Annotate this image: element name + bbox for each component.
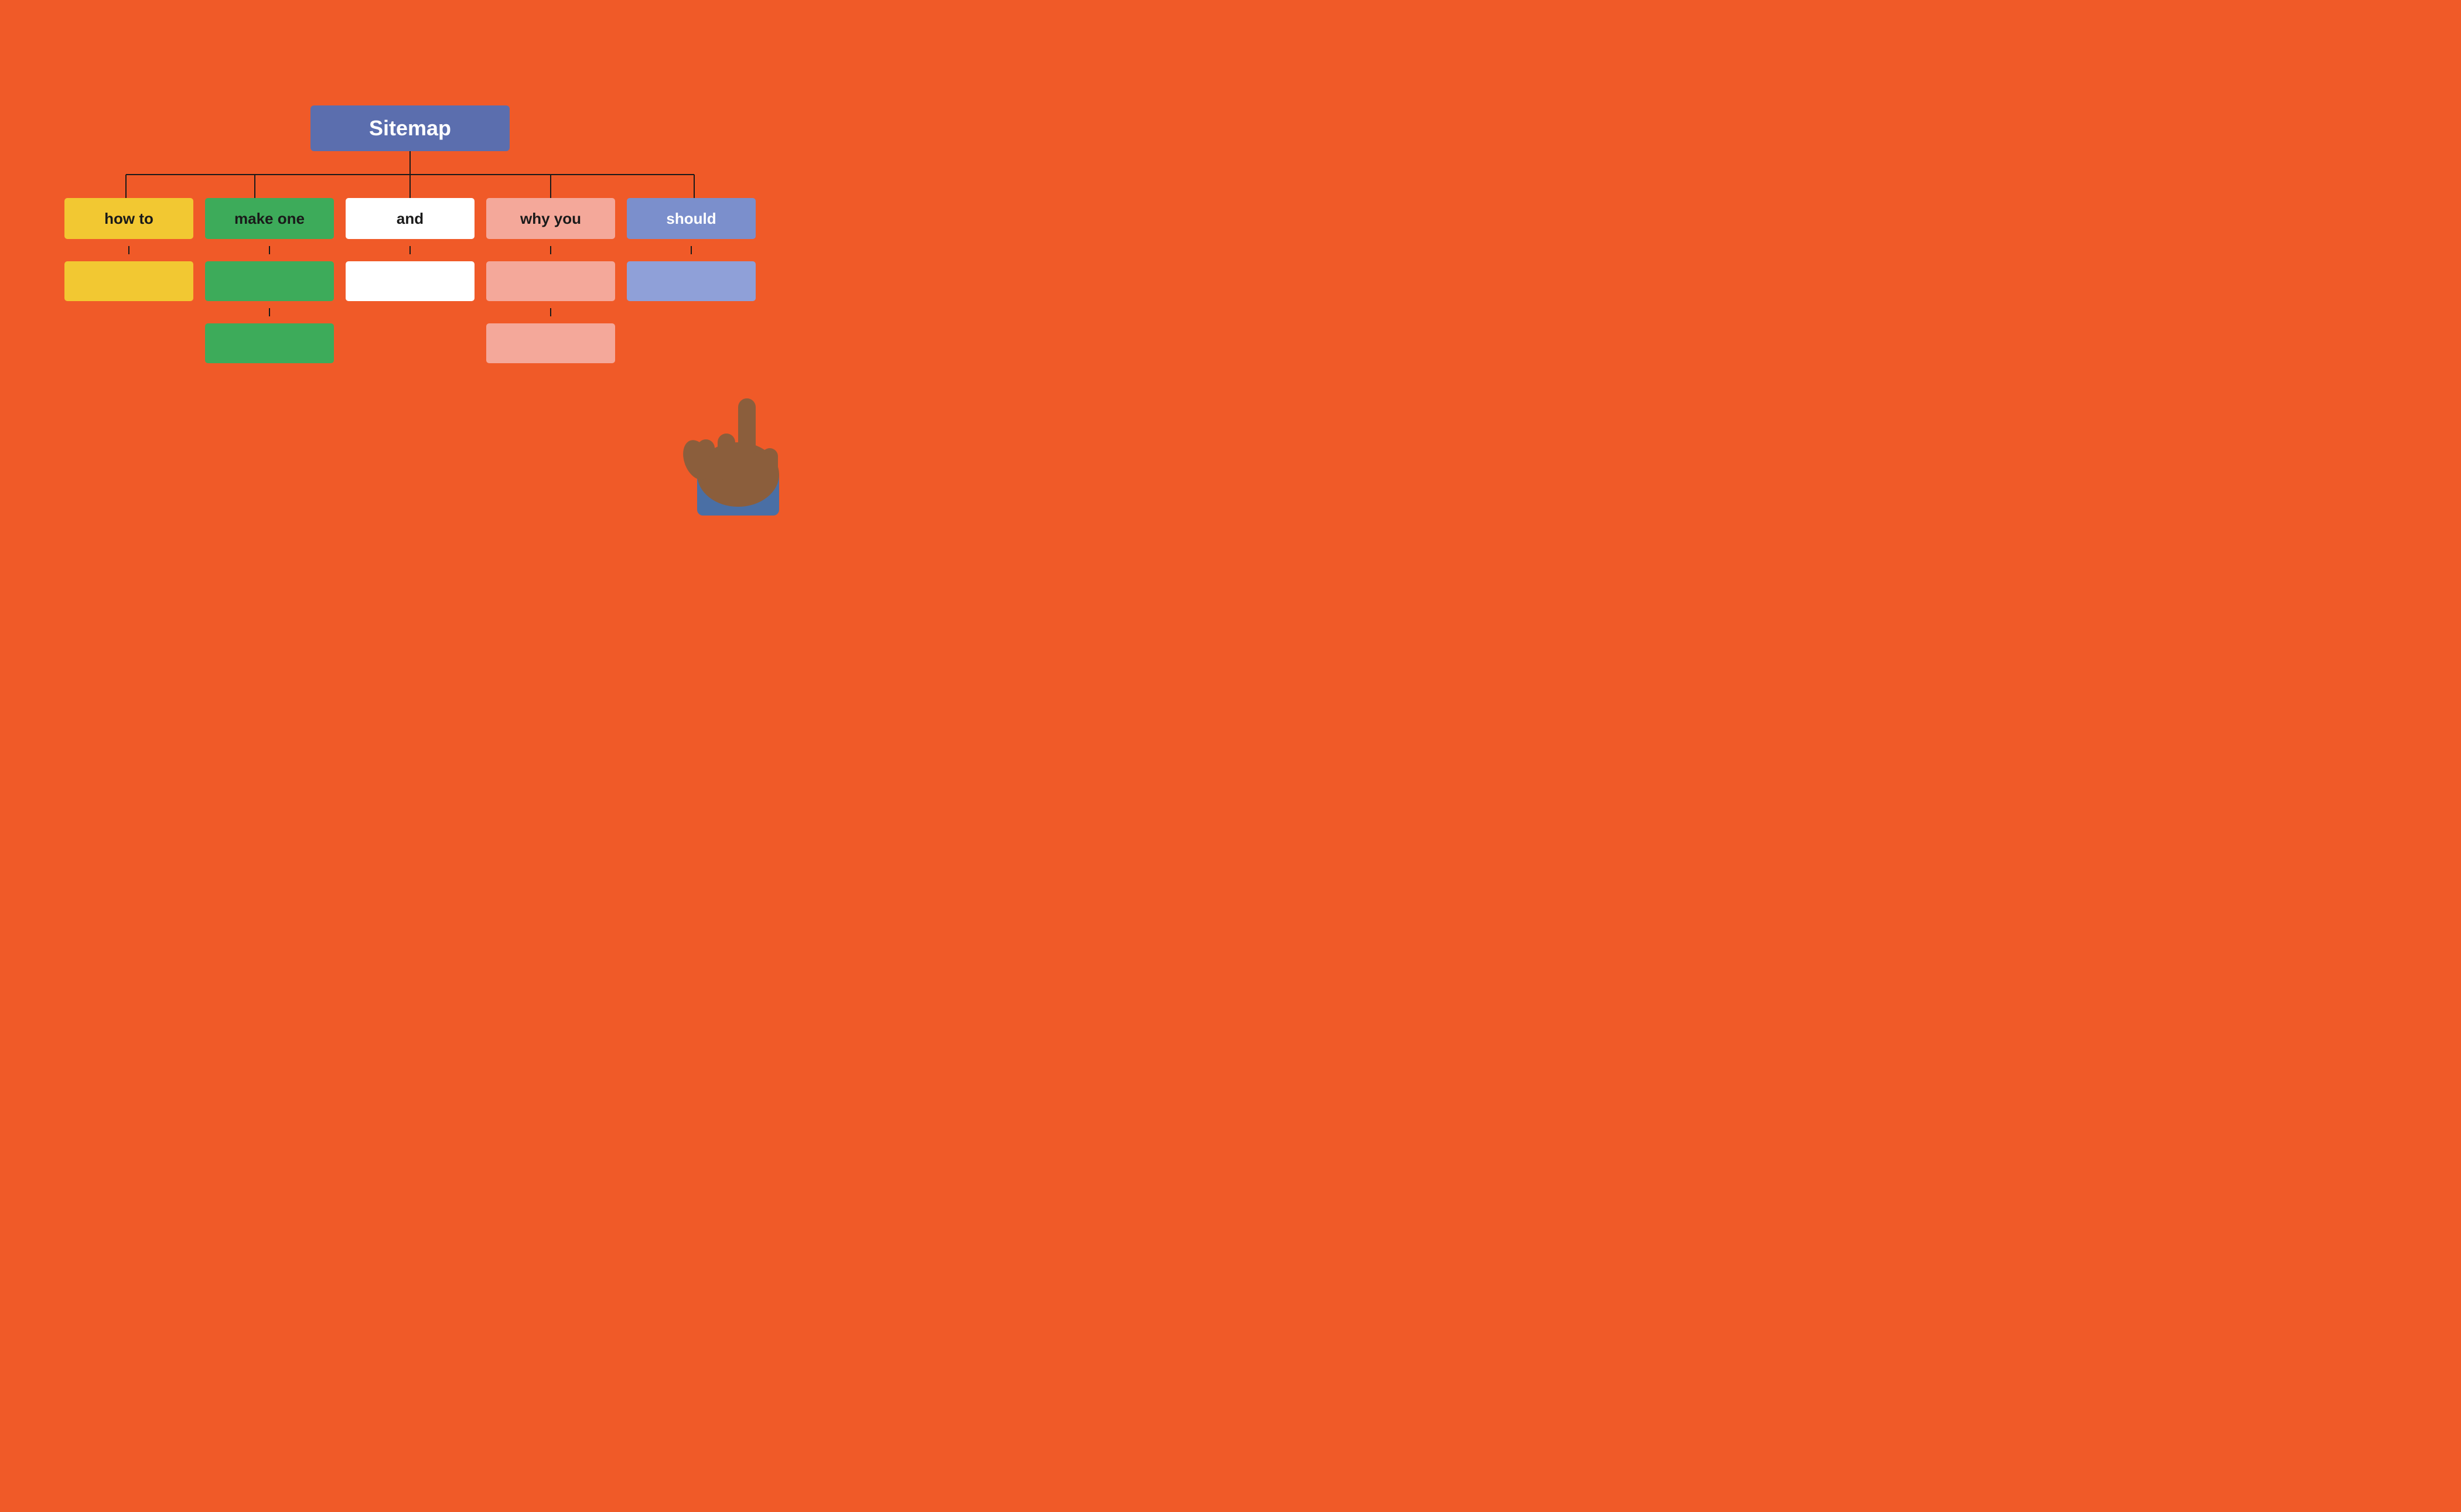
child-sub-should-1: [627, 261, 756, 301]
child-line-why-you-2: [550, 308, 551, 316]
child-col-and: and: [340, 198, 480, 301]
child-line-why-you: [550, 246, 551, 254]
child-sub-make-one-1: [205, 261, 334, 301]
child-sub-why-you-1: [486, 261, 615, 301]
child-line-should: [691, 246, 692, 254]
child-node-why-you: why you: [486, 198, 615, 239]
child-col-make-one: make one: [199, 198, 340, 363]
hand-svg: [662, 351, 803, 516]
connector-svg: [59, 151, 762, 198]
root-label: Sitemap: [369, 116, 451, 140]
child-sub-make-one-2: [205, 323, 334, 363]
child-line-make-one-2: [269, 308, 270, 316]
child-col-why-you: why you: [480, 198, 621, 363]
child-line-and: [409, 246, 411, 254]
child-line-how-to: [128, 246, 129, 254]
diagram-container: Sitemap how to make on: [59, 105, 762, 363]
children-row: how to make one and why you: [59, 198, 762, 363]
child-node-make-one: make one: [205, 198, 334, 239]
connector-lines: [59, 151, 762, 198]
root-node: Sitemap: [310, 105, 510, 151]
child-sub-why-you-2: [486, 323, 615, 363]
hand-pointer: [662, 351, 803, 516]
child-node-should: should: [627, 198, 756, 239]
child-sub-and-1: [346, 261, 475, 301]
child-node-how-to: how to: [64, 198, 193, 239]
child-col-how-to: how to: [59, 198, 199, 301]
child-node-and: and: [346, 198, 475, 239]
child-sub-how-to-1: [64, 261, 193, 301]
child-line-make-one: [269, 246, 270, 254]
child-col-should: should: [621, 198, 762, 301]
